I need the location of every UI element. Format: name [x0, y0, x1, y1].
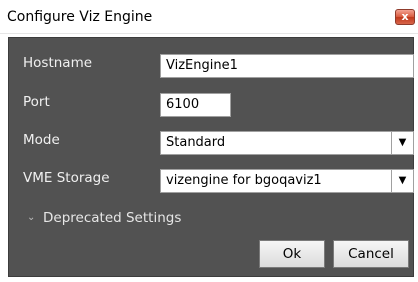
dialog-content-panel: Hostname VizEngine1 Port 6100 Mode Stand…: [8, 37, 414, 277]
mode-label: Mode: [23, 132, 60, 148]
vme-storage-dropdown[interactable]: vizengine for bgoqaviz1 ▼: [160, 169, 414, 193]
hostname-value: VizEngine1: [166, 58, 238, 73]
vme-storage-label: VME Storage: [23, 170, 110, 186]
mode-dropdown[interactable]: Standard ▼: [160, 131, 414, 155]
hostname-input[interactable]: VizEngine1: [160, 54, 414, 78]
dropdown-arrow-icon[interactable]: ▼: [391, 170, 413, 192]
mode-selected-value: Standard: [166, 135, 226, 150]
close-button[interactable]: x: [395, 9, 415, 25]
hostname-label: Hostname: [23, 55, 93, 71]
chevron-down-icon: ⌄: [27, 212, 36, 223]
deprecated-settings-label: Deprecated Settings: [43, 210, 182, 226]
vme-storage-selected-value: vizengine for bgoqaviz1: [166, 173, 322, 188]
dropdown-arrow-icon[interactable]: ▼: [391, 132, 413, 154]
window-title: Configure Viz Engine: [7, 9, 153, 25]
ok-button[interactable]: Ok: [259, 240, 325, 268]
port-value: 6100: [166, 97, 200, 112]
close-icon: x: [401, 10, 409, 23]
configure-viz-engine-dialog: Configure Viz Engine x Hostname VizEngin…: [0, 0, 418, 282]
title-bar: Configure Viz Engine x: [0, 0, 418, 34]
cancel-button[interactable]: Cancel: [333, 240, 409, 268]
port-input[interactable]: 6100: [160, 93, 231, 117]
port-label: Port: [23, 94, 50, 110]
